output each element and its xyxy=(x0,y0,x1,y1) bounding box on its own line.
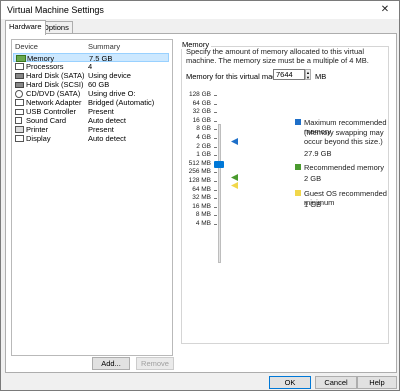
device-row-memory[interactable]: Memory 7.5 GB xyxy=(13,53,169,63)
scale-tick xyxy=(214,198,217,200)
scale-label: 64 MB xyxy=(192,185,211,193)
memory-unit: MB xyxy=(315,72,327,81)
scale-tick xyxy=(214,224,217,225)
memory-slider-thumb[interactable] xyxy=(214,161,224,168)
scale-tick xyxy=(214,95,217,96)
scale-tick xyxy=(214,138,217,139)
device-row-printer[interactable]: Printer Present xyxy=(13,125,169,134)
scale-tick xyxy=(214,206,217,208)
close-icon[interactable]: ✕ xyxy=(371,1,399,19)
add-device-button[interactable]: Add... xyxy=(92,357,130,370)
hardware-panel: Device Summary Memory 7.5 GB Processors … xyxy=(5,33,397,373)
device-name: Hard Disk (SATA) xyxy=(26,71,85,80)
device-list[interactable]: Device Summary Memory 7.5 GB Processors … xyxy=(11,39,173,356)
device-summary: Auto detect xyxy=(88,116,126,125)
device-summary: Using drive O: xyxy=(88,89,136,98)
window-title: Virtual Machine Settings xyxy=(7,5,104,15)
device-row-cd-dvd[interactable]: CD/DVD (SATA) Using drive O: xyxy=(13,89,169,98)
title-bar: Virtual Machine Settings ✕ xyxy=(1,1,399,19)
scale-label: 4 MB xyxy=(195,220,211,227)
sound-icon xyxy=(15,117,22,124)
recommended-value: 2 GB xyxy=(304,174,322,183)
scale-label: 16 MB xyxy=(192,202,211,210)
recommended-legend-swatch xyxy=(295,164,301,170)
memory-description: Specify the amount of memory allocated t… xyxy=(186,47,369,65)
scale-label: 16 GB xyxy=(192,116,211,124)
device-summary: Present xyxy=(88,125,114,134)
scale-tick xyxy=(214,181,217,182)
usb-icon xyxy=(15,109,24,115)
scale-label: 1 GB xyxy=(196,151,211,159)
cancel-button[interactable]: Cancel xyxy=(315,376,357,389)
memory-slider-track[interactable] xyxy=(218,124,221,263)
ok-button[interactable]: OK xyxy=(269,376,311,389)
device-row-network-adapter[interactable]: Network Adapter Bridged (Automatic) xyxy=(13,98,169,107)
scale-label: 128 MB xyxy=(188,177,211,184)
scale-label: 32 GB xyxy=(192,108,211,116)
help-button[interactable]: Help xyxy=(357,376,397,389)
scale-tick xyxy=(214,112,217,114)
scale-tick xyxy=(214,155,217,157)
max-recommended-marker-icon xyxy=(231,138,238,147)
max-recommended-legend-swatch xyxy=(295,119,301,125)
tab-hardware[interactable]: Hardware xyxy=(5,20,46,35)
scale-tick xyxy=(214,103,217,105)
device-summary: Bridged (Automatic) xyxy=(88,98,155,107)
summary-column-header: Summary xyxy=(88,42,121,51)
max-recommended-value: 27.9 GB xyxy=(304,149,332,158)
scale-label: 128 GB xyxy=(188,91,211,98)
device-name: USB Controller xyxy=(26,107,77,116)
scale-label: 8 GB xyxy=(196,125,211,133)
device-name: Sound Card xyxy=(26,116,67,125)
device-summary: 60 GB xyxy=(88,80,110,89)
scale-tick xyxy=(214,129,217,131)
recommended-title: Recommended memory xyxy=(304,163,385,172)
device-row-usb-controller[interactable]: USB Controller Present xyxy=(13,107,169,116)
display-icon xyxy=(15,135,24,142)
guest-minimum-value: 1 GB xyxy=(304,200,322,209)
memory-icon xyxy=(16,55,26,62)
hard-disk-icon xyxy=(15,82,24,88)
settings-window: Virtual Machine Settings ✕ Hardware Opti… xyxy=(0,0,400,391)
scale-tick xyxy=(214,120,217,122)
device-summary: Present xyxy=(88,107,114,116)
scale-label: 512 MB xyxy=(188,159,211,167)
device-summary: 4 xyxy=(88,62,93,71)
guest-minimum-legend-swatch xyxy=(295,190,301,196)
scale-tick xyxy=(214,189,217,191)
device-summary: Using device xyxy=(88,71,131,80)
scale-label: 32 MB xyxy=(192,194,211,202)
device-row-hard-disk-scsi[interactable]: Hard Disk (SCSI) 60 GB xyxy=(13,80,169,89)
processor-icon xyxy=(15,63,24,70)
device-name: Display xyxy=(26,134,51,143)
scale-tick xyxy=(214,215,217,217)
device-name: CD/DVD (SATA) xyxy=(26,89,81,98)
scale-label: 64 GB xyxy=(192,99,211,107)
cd-dvd-icon xyxy=(15,90,23,98)
scale-tick xyxy=(214,146,217,148)
device-name: Printer xyxy=(26,125,49,134)
printer-icon xyxy=(15,126,24,133)
memory-input[interactable] xyxy=(273,69,305,80)
scale-label: 4 GB xyxy=(196,134,211,141)
hard-disk-icon xyxy=(15,73,24,79)
memory-spinner[interactable]: ▲ ▼ xyxy=(305,69,311,80)
device-row-hard-disk-sata[interactable]: Hard Disk (SATA) Using device xyxy=(13,71,169,80)
device-row-processors[interactable]: Processors 4 xyxy=(13,62,169,71)
scale-tick xyxy=(214,172,217,174)
device-name: Hard Disk (SCSI) xyxy=(26,80,84,89)
device-name: Processors xyxy=(26,62,64,71)
scale-label: 8 MB xyxy=(195,211,211,219)
max-recommended-note: (Memory swapping may occur beyond this s… xyxy=(304,128,384,146)
remove-device-button[interactable]: Remove xyxy=(136,357,174,370)
network-icon xyxy=(15,99,24,106)
scale-label: 2 GB xyxy=(196,142,211,150)
device-row-sound-card[interactable]: Sound Card Auto detect xyxy=(13,116,169,125)
scale-label: 256 MB xyxy=(188,168,211,176)
guest-minimum-marker-icon xyxy=(231,182,238,191)
device-summary: Auto detect xyxy=(88,134,126,143)
device-column-header: Device xyxy=(15,42,38,51)
device-name: Network Adapter xyxy=(26,98,82,107)
device-row-display[interactable]: Display Auto detect xyxy=(13,134,169,143)
